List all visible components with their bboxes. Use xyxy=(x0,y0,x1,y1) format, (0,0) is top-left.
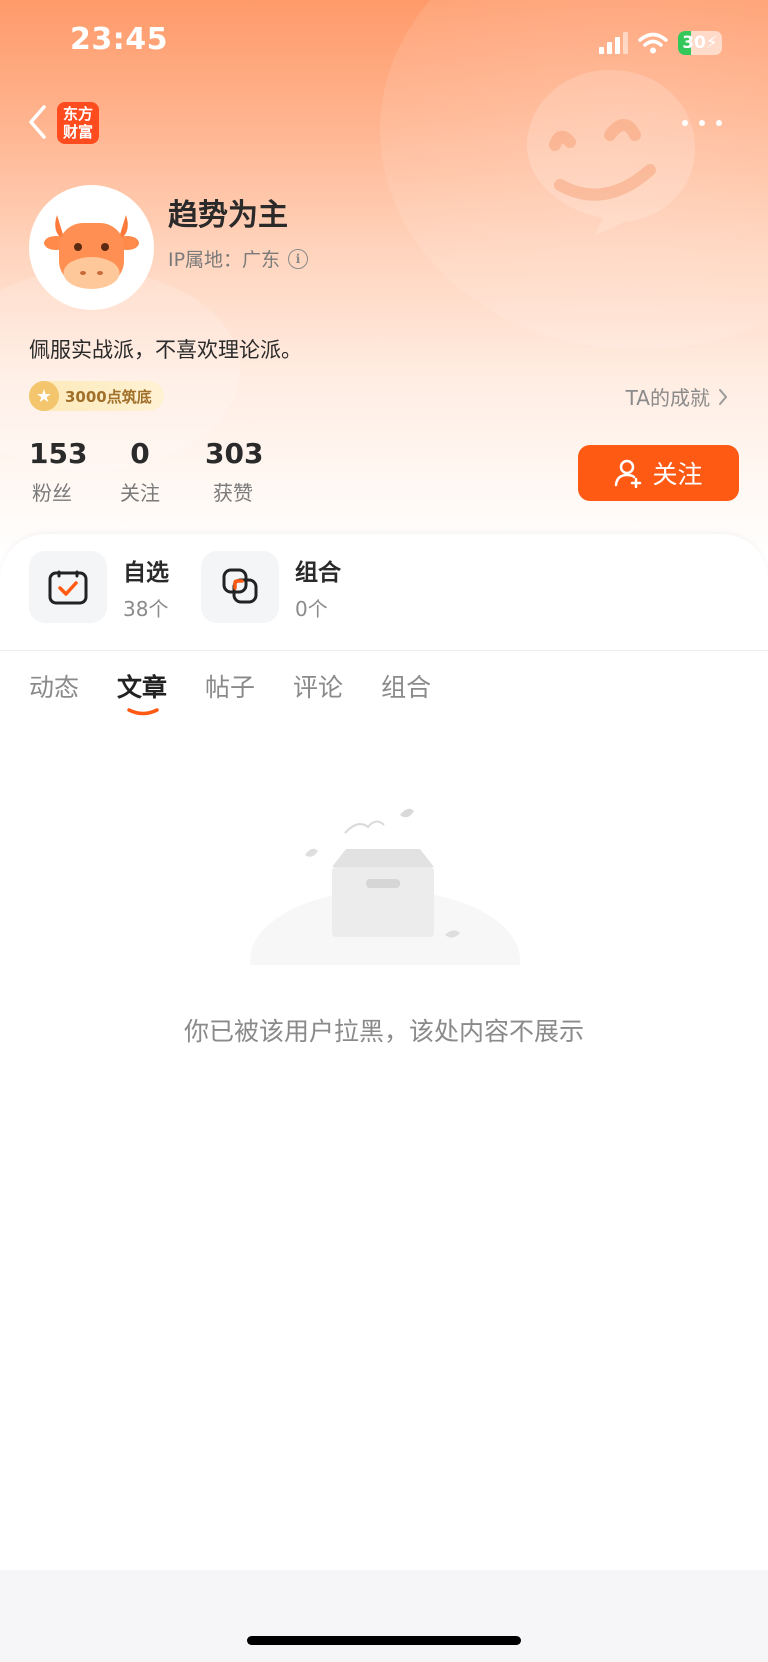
portfolio-title: 组合 xyxy=(295,559,341,586)
back-button[interactable] xyxy=(20,100,54,144)
achievement-badge[interactable]: ★ 3000点筑底 xyxy=(29,381,164,411)
battery-icon: 30⚡ xyxy=(678,31,722,55)
stat-label: 获赞 xyxy=(213,481,253,505)
bottom-bar xyxy=(0,1570,768,1662)
wifi-icon xyxy=(638,32,668,54)
stat-value: 0 xyxy=(130,437,150,470)
empty-box-icon xyxy=(250,808,520,965)
stat-likes[interactable]: 303 获赞 xyxy=(205,437,264,506)
portfolio-entry[interactable]: 组合 0个 xyxy=(201,551,373,623)
badge-label: 3000点筑底 xyxy=(65,387,152,406)
achievement-link[interactable]: TA的成就 xyxy=(626,382,728,411)
tab-articles-label: 文章 xyxy=(117,673,168,702)
ox-mascot-icon xyxy=(44,215,139,289)
portfolio-icon-box xyxy=(201,551,279,623)
tab-articles[interactable]: 文章 xyxy=(117,668,168,716)
follow-button[interactable]: 关注 xyxy=(578,445,739,501)
more-icon[interactable] xyxy=(682,113,722,133)
bio: 佩服实战派，不喜欢理论派。 xyxy=(29,338,302,362)
home-indicator[interactable] xyxy=(247,1636,521,1645)
stat-fans[interactable]: 153 粉丝 xyxy=(29,437,88,506)
portfolio-icon xyxy=(222,568,258,604)
mascot-watermark-icon xyxy=(527,70,695,235)
logo-text-bottom: 财富 xyxy=(62,123,93,141)
watchlist-entry[interactable]: 自选 38个 xyxy=(29,551,201,623)
info-icon[interactable]: i xyxy=(288,248,309,269)
portfolio-count: 0个 xyxy=(295,596,328,621)
stats-row: 153 粉丝 0 关注 303 获赞 xyxy=(29,437,264,506)
watchlist-title: 自选 xyxy=(123,559,169,586)
watchlist-icon xyxy=(48,570,88,605)
avatar[interactable] xyxy=(29,185,154,310)
chevron-right-icon xyxy=(719,388,728,405)
divider xyxy=(0,650,768,651)
stat-label: 关注 xyxy=(120,481,160,505)
tool-entries: 自选 38个 组合 0个 xyxy=(29,551,373,623)
stat-value: 303 xyxy=(205,437,264,470)
app-logo[interactable]: 东方 财富 xyxy=(57,102,99,144)
watchlist-icon-box xyxy=(29,551,107,623)
achievement-link-label: TA的成就 xyxy=(625,386,710,410)
add-user-icon xyxy=(615,459,642,488)
stat-following[interactable]: 0 关注 xyxy=(117,437,163,506)
watchlist-count: 38个 xyxy=(123,596,169,621)
tab-portfolios[interactable]: 组合 xyxy=(381,668,431,704)
ip-location-text: IP属地：广东 xyxy=(168,249,281,271)
tab-bar: 动态 文章 帖子 评论 组合 xyxy=(29,668,431,716)
tab-comments[interactable]: 评论 xyxy=(293,668,343,704)
ip-location: IP属地：广东 i xyxy=(168,245,309,272)
status-icons: 30⚡ xyxy=(598,28,722,58)
back-arrow-icon xyxy=(29,105,46,139)
active-tab-indicator xyxy=(127,708,159,716)
status-time: 23:45 xyxy=(70,22,168,57)
empty-message: 你已被该用户拉黑，该处内容不展示 xyxy=(183,1017,584,1046)
username: 趋势为主 xyxy=(168,198,288,233)
stat-label: 粉丝 xyxy=(32,481,72,505)
medal-icon: ★ xyxy=(29,381,59,411)
signal-icon xyxy=(599,32,628,54)
battery-level: 30 xyxy=(682,33,706,53)
tab-dynamics[interactable]: 动态 xyxy=(29,668,79,704)
stat-value: 153 xyxy=(29,437,88,470)
tab-posts[interactable]: 帖子 xyxy=(205,668,255,704)
follow-button-label: 关注 xyxy=(652,460,703,489)
logo-text-top: 东方 xyxy=(62,105,93,123)
